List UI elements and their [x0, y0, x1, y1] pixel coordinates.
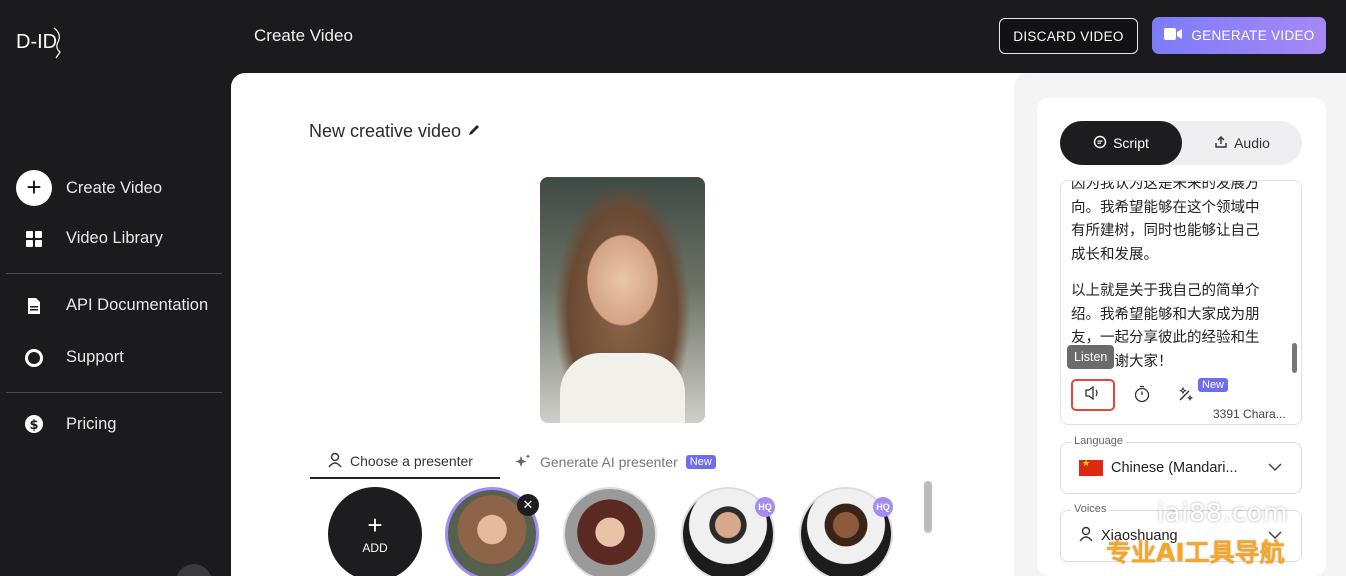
tab-generate-ai-presenter[interactable]: Generate AI presenter New [514, 445, 716, 479]
add-label: ADD [362, 541, 388, 555]
script-paragraph: 因为我认为这是未来的发展方向。我希望能够在这个领域中有所建树，同时也能够让自己成… [1071, 180, 1260, 263]
lifebuoy-icon [16, 348, 52, 367]
main-panel: New creative video Choose a presenter Ge… [231, 73, 1031, 576]
watermark-tagline: 专业AI工具导航 [1106, 538, 1285, 567]
sidebar-item-label: Video Library [66, 229, 163, 247]
sidebar-item-api-documentation[interactable]: API Documentation [16, 296, 208, 315]
sparkle-icon [514, 453, 532, 472]
sidebar-divider [6, 273, 222, 274]
generate-video-button[interactable]: GENERATE VIDEO [1152, 17, 1326, 54]
svg-text:$: $ [29, 418, 38, 433]
person-voice-icon [1079, 526, 1093, 546]
generate-label: GENERATE VIDEO [1191, 28, 1315, 43]
presenter-list-scrollbar[interactable] [924, 481, 932, 533]
sidebar-item-label: Create Video [66, 178, 163, 197]
grid-icon [16, 230, 52, 247]
presenter-avatar[interactable] [563, 487, 657, 576]
add-presenter-button[interactable]: + ADD [328, 487, 422, 576]
presenter-preview-image [540, 177, 705, 423]
ai-assist-button[interactable] [1171, 381, 1201, 411]
person-icon [328, 452, 342, 471]
character-count: 3391 Chara... [1213, 407, 1286, 421]
sidebar-divider [6, 392, 222, 393]
dollar-coin-icon: $ [16, 414, 52, 434]
tab-choose-presenter[interactable]: Choose a presenter [310, 445, 500, 479]
did-logo[interactable]: D-ID [14, 22, 66, 62]
hq-badge: HQ [873, 497, 893, 517]
new-badge: New [1198, 378, 1229, 392]
close-icon[interactable]: ✕ [517, 494, 539, 516]
watermark-domain: iai88.com [1157, 498, 1289, 527]
tab-audio[interactable]: Audio [1182, 121, 1302, 165]
sidebar-item-label: API Documentation [66, 296, 209, 314]
magic-wand-icon [1177, 385, 1195, 408]
discard-video-button[interactable]: DISCARD VIDEO [999, 18, 1138, 54]
speaker-icon [1084, 385, 1102, 406]
script-textarea[interactable]: 因为我认为这是未来的发展方向。我希望能够在这个领域中有所建树，同时也能够让自己成… [1060, 180, 1302, 425]
language-value: Chinese (Mandari... [1111, 460, 1238, 476]
sidebar-item-create-video[interactable]: + Create Video [16, 170, 162, 206]
video-camera-icon [1163, 26, 1183, 45]
pause-timer-button[interactable] [1127, 381, 1157, 411]
chevron-down-icon [1267, 459, 1283, 480]
stopwatch-icon [1133, 385, 1151, 408]
pencil-icon[interactable] [467, 121, 481, 142]
tab-script[interactable]: Script [1060, 121, 1182, 165]
sidebar-item-label: Pricing [66, 414, 117, 433]
listen-tooltip: Listen [1067, 345, 1115, 369]
logo-text: D-ID [16, 31, 57, 53]
tab-label: Script [1113, 135, 1149, 151]
script-audio-toggle: Script Audio [1060, 121, 1302, 165]
video-name[interactable]: New creative video [309, 121, 481, 142]
plus-circle-icon: + [16, 170, 52, 206]
sidebar-item-video-library[interactable]: Video Library [16, 229, 163, 248]
sidebar-collapse-button[interactable] [176, 564, 212, 576]
script-scrollbar[interactable] [1292, 343, 1297, 373]
tab-label: Generate AI presenter [540, 454, 678, 470]
document-icon [16, 297, 52, 315]
language-select[interactable]: Language Chinese (Mandari... [1060, 435, 1302, 494]
listen-button[interactable] [1071, 379, 1115, 411]
new-badge: New [685, 455, 716, 469]
sidebar-item-label: Support [66, 348, 124, 366]
discard-label: DISCARD VIDEO [1013, 28, 1124, 44]
hq-badge: HQ [755, 497, 775, 517]
plus-icon: + [367, 510, 383, 540]
upload-icon [1214, 135, 1228, 152]
tab-label: Audio [1234, 135, 1270, 151]
china-flag-icon [1079, 458, 1103, 476]
sidebar-item-pricing[interactable]: $ Pricing [16, 414, 116, 434]
sidebar-item-support[interactable]: Support [16, 348, 124, 367]
tab-label: Choose a presenter [350, 453, 473, 469]
chat-bubble-icon [1093, 135, 1107, 152]
video-name-text: New creative video [309, 121, 462, 141]
page-title: Create Video [254, 26, 353, 45]
